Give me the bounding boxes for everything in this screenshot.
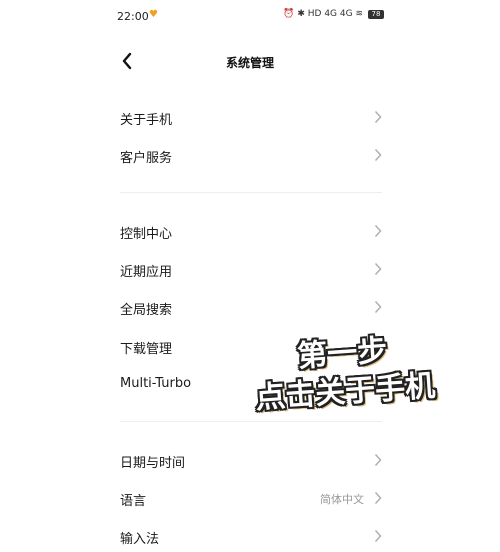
settings-item-about-phone[interactable]: 关于手机 <box>120 101 382 133</box>
section-divider <box>120 192 382 193</box>
item-label: 客户服务 <box>120 151 173 166</box>
page-title: 系统管理 <box>225 56 274 70</box>
item-label: Multi-Turbo <box>120 376 192 391</box>
battery-icon: 78 <box>368 9 384 19</box>
item-label: 控制中心 <box>120 227 173 242</box>
status-time: 22:00 <box>117 10 149 23</box>
overlay-step-instruction: 点击关于手机 <box>254 368 437 416</box>
status-icons: ⏰ ✱ HD 4G 4G ≋ 78 <box>283 9 384 19</box>
settings-item-language[interactable]: 语言 简体中文 <box>120 482 382 514</box>
item-label: 关于手机 <box>120 113 173 128</box>
settings-item-customer-service[interactable]: 客户服务 <box>120 139 382 171</box>
item-label: 语言 <box>120 494 147 509</box>
item-label: 日期与时间 <box>120 456 186 471</box>
tutorial-overlay: 第一步 点击关于手机 <box>254 326 455 416</box>
header-bar: 系统管理 <box>100 44 400 80</box>
item-label: 下载管理 <box>120 342 173 357</box>
status-icons-text: ⏰ ✱ HD 4G 4G ≋ <box>283 9 363 19</box>
notification-flag-icon: ♥ <box>149 9 158 20</box>
settings-item-global-search[interactable]: 全局搜索 <box>120 291 382 323</box>
chevron-right-icon <box>374 529 382 543</box>
chevron-right-icon <box>374 148 382 162</box>
status-bar: 22:00 ♥ ⏰ ✱ HD 4G 4G ≋ 78 <box>100 0 400 34</box>
chevron-right-icon <box>374 224 382 238</box>
chevron-right-icon <box>374 262 382 276</box>
item-label: 全局搜索 <box>120 303 173 318</box>
section-divider <box>120 421 382 422</box>
settings-item-date-time[interactable]: 日期与时间 <box>120 444 382 476</box>
settings-item-input-method[interactable]: 输入法 <box>120 520 382 552</box>
chevron-right-icon <box>374 300 382 314</box>
item-value: 简体中文 <box>320 493 364 506</box>
item-label: 近期应用 <box>120 265 173 280</box>
settings-item-recent-apps[interactable]: 近期应用 <box>120 253 382 285</box>
chevron-right-icon <box>374 491 382 505</box>
item-label: 输入法 <box>120 532 160 547</box>
chevron-right-icon <box>374 110 382 124</box>
settings-item-control-center[interactable]: 控制中心 <box>120 215 382 247</box>
phone-screen: 22:00 ♥ ⏰ ✱ HD 4G 4G ≋ 78 系统管理 关于手机 客户服务… <box>100 0 400 547</box>
chevron-right-icon <box>374 453 382 467</box>
